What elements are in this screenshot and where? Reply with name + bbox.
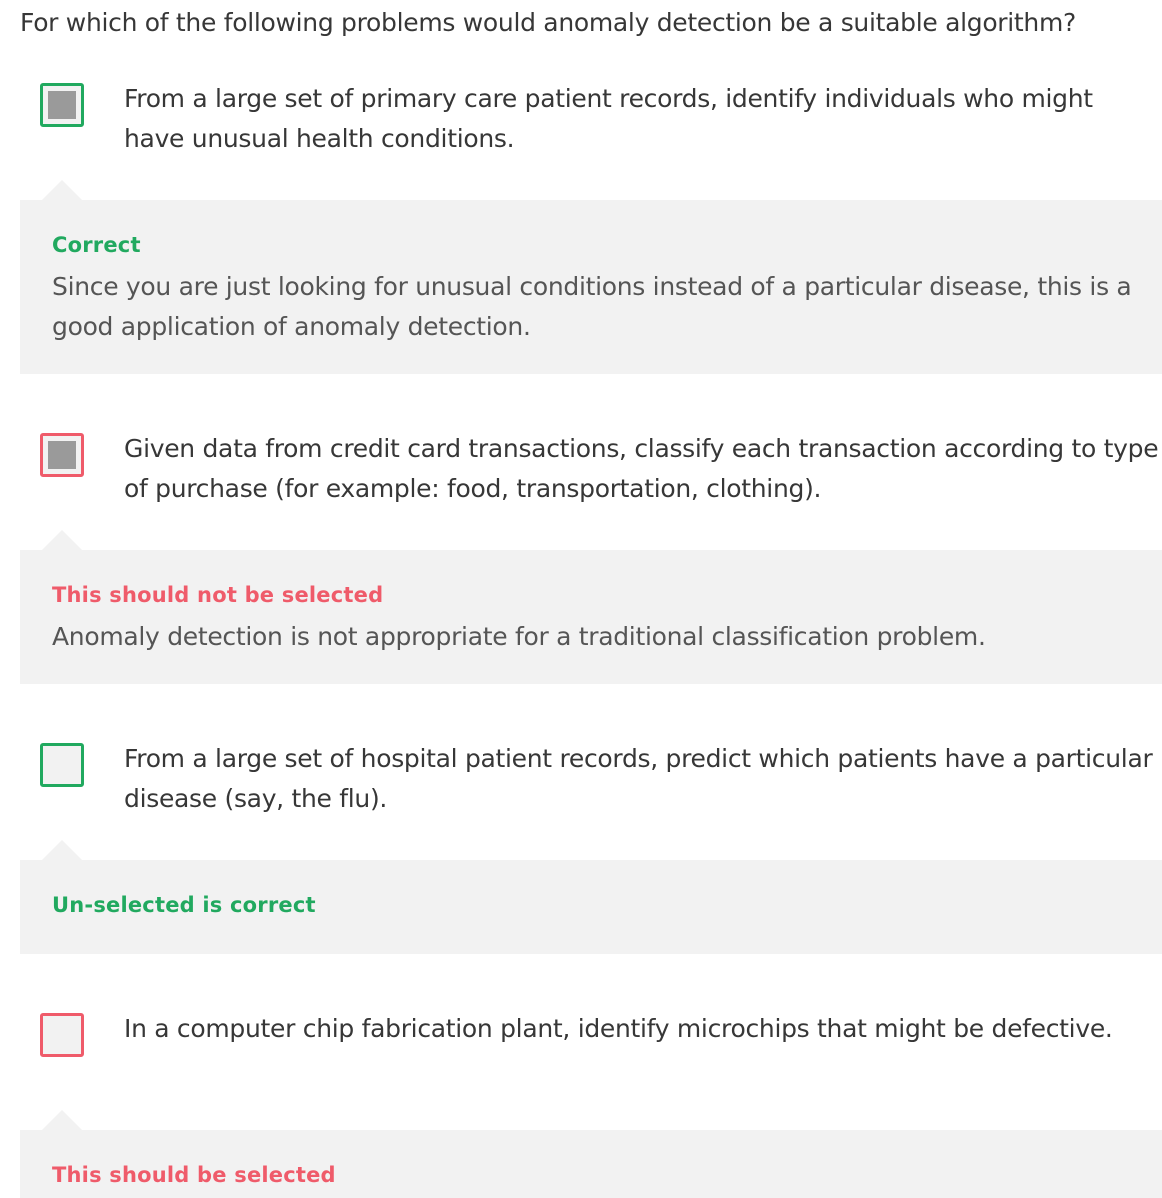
feedback-panel-1: Correct Since you are just looking for u…	[20, 180, 1162, 374]
option-checkbox[interactable]	[40, 433, 84, 477]
option-checkbox[interactable]	[40, 743, 84, 787]
feedback-panel-3: Un-selected is correct	[20, 840, 1162, 954]
option-text: From a large set of hospital patient rec…	[124, 744, 1153, 813]
option-checkbox[interactable]	[40, 83, 84, 127]
feedback-status: This should not be selected	[52, 583, 384, 607]
feedback-status: This should be selected	[52, 1163, 336, 1187]
feedback-explanation: Anomaly detection is not appropriate for…	[52, 622, 986, 651]
feedback-explanation: Since you are just looking for unusual c…	[52, 272, 1132, 341]
feedback-panel-2: This should not be selected Anomaly dete…	[20, 530, 1162, 684]
feedback-status: Correct	[52, 233, 141, 257]
option-text: In a computer chip fabrication plant, id…	[124, 1014, 1113, 1043]
checkbox-checked-fill	[48, 91, 76, 119]
feedback-caret	[42, 530, 82, 550]
feedback-panel-4: This should be selected	[20, 1110, 1162, 1198]
feedback-caret	[42, 180, 82, 200]
feedback-caret	[42, 1110, 82, 1130]
option-text: Given data from credit card transactions…	[124, 434, 1159, 503]
option-text: From a large set of primary care patient…	[124, 84, 1093, 153]
feedback-status: Un-selected is correct	[52, 893, 316, 917]
question-prompt: For which of the following problems woul…	[20, 8, 1077, 37]
checkbox-checked-fill	[48, 441, 76, 469]
feedback-caret	[42, 840, 82, 860]
option-checkbox[interactable]	[40, 1013, 84, 1057]
